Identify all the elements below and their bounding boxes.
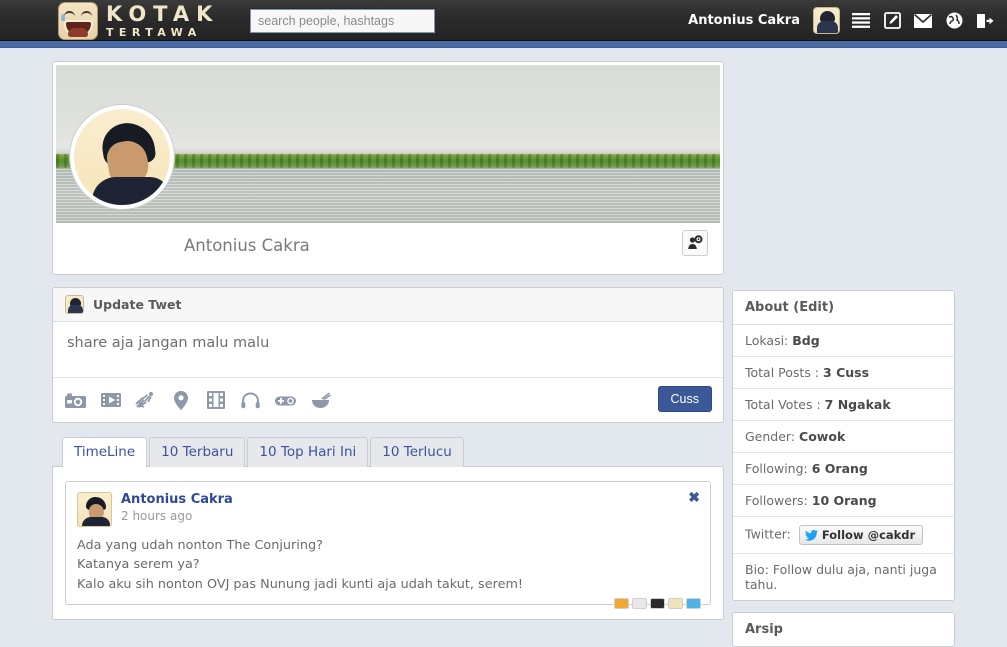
logo-text-primary: KOTAK [106,2,220,26]
feed-container: ✖ Antonius Cakra 2 hours ago Ada yang ud… [52,466,724,621]
about-label: Total Votes : [745,397,821,412]
tab-top-hari-ini[interactable]: 10 Top Hari Ini [247,437,369,467]
headphones-icon[interactable] [240,390,261,411]
post-text-line: Ada yang udah nonton The Conjuring? [77,538,323,553]
about-row-followers: Followers: 10 Orang [733,485,954,517]
fireworks-icon[interactable] [135,390,156,411]
tab-timeline[interactable]: TimeLine [62,437,148,467]
about-panel: About (Edit) Lokasi: Bdg Total Posts : 3… [732,290,955,601]
post-text-line: Kalo aku sih nonton OVJ pas Nunung jadi … [77,576,524,592]
user-settings-icon[interactable] [682,230,708,256]
about-value: Cowok [799,429,846,444]
about-row-gender: Gender: Cowok [733,421,954,453]
tweet-composer: Update Twet share aja jangan malu malu C… [52,287,724,423]
avatar[interactable] [77,492,112,527]
about-row-total-posts: Total Posts : 3 Cuss [733,357,954,389]
about-label: Lokasi: [745,333,789,348]
post-item: ✖ Antonius Cakra 2 hours ago Ada yang ud… [65,481,711,610]
twitter-bird-icon [804,529,818,541]
globe-icon[interactable] [944,11,964,31]
camera-icon[interactable] [65,390,86,411]
compose-icon[interactable] [882,11,902,31]
current-user-name[interactable]: Antonius Cakra [688,13,800,28]
post-timestamp: 2 hours ago [121,509,193,523]
about-panel-title[interactable]: About (Edit) [733,291,954,325]
feed-tabs: TimeLine 10 Terbaru 10 Top Hari Ini 10 T… [52,436,724,467]
composer-toolbar: Cuss [53,378,723,422]
about-row-twitter: Twitter: Follow @cakdr [733,517,954,554]
arsip-panel: Arsip [732,612,955,647]
menu-icon[interactable] [851,11,871,31]
composer-title: Update Twet [93,297,182,312]
about-row-bio: Bio: Follow dulu aja, nanti juga tahu. [745,562,937,592]
about-value: 3 Cuss [823,365,870,380]
about-value: 10 Orang [811,493,877,508]
about-label: Gender: [745,429,796,444]
twitter-follow-button[interactable]: Follow @cakdr [798,525,924,545]
about-value: Bdg [792,333,820,348]
sidebar: About (Edit) Lokasi: Bdg Total Posts : 3… [732,290,955,647]
noodle-bowl-icon[interactable] [310,390,331,411]
page-title: Antonius Cakra [184,236,310,255]
twitter-follow-label: Follow @cakdr [821,528,916,542]
close-icon[interactable]: ✖ [688,490,700,504]
about-row-following: Following: 6 Orang [733,453,954,485]
submit-tweet-button[interactable]: Cuss [657,386,712,412]
post-body: Ada yang udah nonton The Conjuring? Kata… [77,536,699,594]
video-ticket-icon[interactable] [100,390,121,411]
top-bar-actions: Antonius Cakra [688,0,995,41]
profile-cover-panel: Antonius Cakra [52,61,724,275]
top-navigation-bar: KOTAK TERTAWA Antonius Cakra [0,0,1007,41]
tweet-input[interactable]: share aja jangan malu malu [53,322,723,378]
accent-bar [0,41,1007,48]
site-logo[interactable]: KOTAK TERTAWA [58,2,219,40]
profile-identity-bar: Antonius Cakra [56,105,720,271]
post-text-line: Katanya serem ya? [77,557,200,573]
tab-terbaru[interactable]: 10 Terbaru [149,437,246,467]
location-pin-icon[interactable] [170,390,191,411]
logout-icon[interactable] [975,11,995,31]
search-input[interactable] [250,9,435,33]
about-value: 7 Ngakak [824,397,891,412]
arsip-panel-title: Arsip [745,622,783,637]
film-icon[interactable] [205,390,226,411]
mail-icon[interactable] [913,11,933,31]
post-author-name[interactable]: Antonius Cakra [121,492,233,507]
about-label: Twitter: [745,526,791,542]
post-header: Antonius Cakra 2 hours ago [77,492,699,527]
main-column: Antonius Cakra Update Twet share aja jan… [52,61,724,621]
profile-avatar[interactable] [70,105,174,209]
about-value: 6 Orang [811,461,868,476]
about-label: Following: [745,461,808,476]
laughing-face-logo-icon [58,2,98,40]
about-row-lokasi: Lokasi: Bdg [733,325,954,357]
about-label: Total Posts : [745,365,820,380]
composer-header: Update Twet [53,288,723,322]
about-label: Followers: [745,493,808,508]
about-row-total-votes: Total Votes : 7 Ngakak [733,389,954,421]
logo-text-secondary: TERTAWA [106,26,202,39]
tab-terlucu[interactable]: 10 Terlucu [370,437,464,467]
avatar [65,295,84,314]
gamepad-icon[interactable] [275,390,296,411]
avatar[interactable] [813,7,840,34]
